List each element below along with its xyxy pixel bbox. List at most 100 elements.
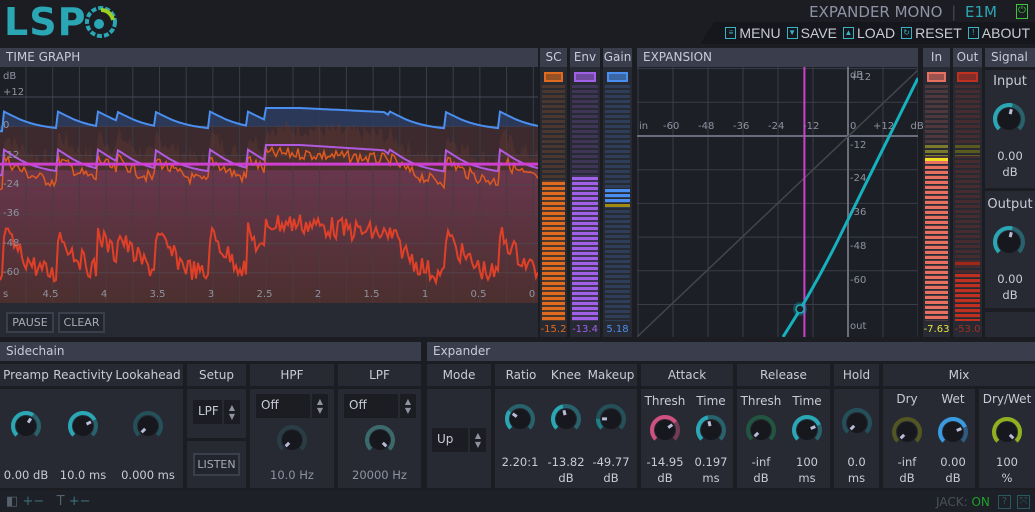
font-minus-icon[interactable]: − <box>80 494 91 509</box>
save-label: SAVE <box>800 25 837 41</box>
ratio-knob[interactable] <box>503 402 537 439</box>
mode-select[interactable]: Up ▲ ▼ <box>432 428 486 452</box>
wet-knob[interactable] <box>936 415 970 452</box>
y-tick-label: -36 <box>3 208 20 220</box>
logo-text: LSP <box>4 0 87 44</box>
wet-value: 0.00 dB <box>931 454 975 486</box>
lpf-value: 20000 Hz <box>352 468 407 482</box>
release-label: Release <box>760 368 807 382</box>
attack-time-knob[interactable] <box>694 413 728 450</box>
reset-label: RESET <box>915 25 962 41</box>
x-tick-label: 3 <box>207 289 215 300</box>
reactivity-label: Reactivity <box>53 368 113 382</box>
output-value: 0.00 <box>997 272 1023 286</box>
drywet-knob[interactable] <box>990 415 1024 452</box>
window-scale-icon[interactable]: ◧ <box>6 494 18 509</box>
attack-thresh-value: -14.95 dB <box>643 454 687 486</box>
lookahead-knob[interactable] <box>131 409 165 446</box>
expander-title: Expander <box>427 342 1035 361</box>
menu-label: MENU <box>739 25 781 41</box>
scale-plus-icon[interactable]: + <box>22 494 33 509</box>
dry-value-text: -inf <box>897 455 917 469</box>
output-clip-indicator[interactable] <box>957 72 978 82</box>
menu-button[interactable]: ≡ MENU <box>725 22 781 44</box>
attack-time-value: 0.197 ms <box>689 454 733 486</box>
dry-knob[interactable] <box>890 415 924 452</box>
input-value: 0.00 <box>997 149 1023 163</box>
output-unit: dB <box>1002 288 1018 302</box>
hold-knob[interactable] <box>840 406 874 443</box>
gain-clip-indicator[interactable] <box>607 72 628 82</box>
input-gain-knob[interactable] <box>991 101 1027 140</box>
x-tick-label: -12 <box>803 121 820 132</box>
preamp-label: Preamp <box>3 368 49 382</box>
lpf-mode-select[interactable]: Off ▲ ▼ <box>344 394 416 418</box>
envelope-clip-indicator[interactable] <box>574 72 596 82</box>
zoom-controls: ◧ +− T +− <box>6 494 91 509</box>
scale-minus-icon[interactable]: − <box>33 494 44 509</box>
x-tick-label: +12 <box>873 121 895 132</box>
release-time-knob[interactable] <box>790 413 824 450</box>
attack-label: Attack <box>667 368 707 382</box>
in-label: in <box>639 121 649 132</box>
about-button[interactable]: ! ABOUT <box>967 22 1030 44</box>
gear-logo-icon <box>85 6 117 38</box>
logo: LSP <box>4 2 119 42</box>
attack-thresh-label: Thresh <box>644 394 686 408</box>
menu-bar: ≡ MENU ▼ SAVE ▲ LOAD ↻ RESET ! ABOUT <box>700 22 1035 44</box>
save-button[interactable]: ▼ SAVE <box>786 22 837 44</box>
fullscreen-icon[interactable]: ⤧ <box>1017 495 1030 509</box>
hold-value-unit: ms <box>847 471 866 485</box>
envelope-meter-fill <box>572 177 598 321</box>
reactivity-knob[interactable] <box>66 409 100 446</box>
jack-state: ON <box>971 495 990 509</box>
setup-select[interactable]: LPF ▲ ▼ <box>193 400 240 424</box>
y-tick-label: -12 <box>3 149 20 161</box>
pause-button[interactable]: PAUSE <box>6 312 54 333</box>
input-clip-indicator[interactable] <box>927 72 946 82</box>
knee-knob[interactable] <box>549 402 583 439</box>
level-dot <box>795 304 805 314</box>
load-button[interactable]: ▲ LOAD <box>842 22 896 44</box>
hpf-mode-select[interactable]: Off ▲ ▼ <box>256 394 328 418</box>
input-unit: dB <box>1002 165 1018 179</box>
makeup-value-unit: dB <box>603 471 619 485</box>
attack-time-value-unit: ms <box>702 471 720 485</box>
help-icon[interactable]: ? <box>998 495 1011 509</box>
attack-thresh-knob[interactable] <box>648 413 682 450</box>
input-gain-value: 0.00 dB <box>985 148 1035 180</box>
gain-zero-marker <box>605 204 630 207</box>
hpf-knob[interactable] <box>275 423 309 460</box>
envelope-value: -13.4 <box>572 324 598 335</box>
x-tick-label: 0.5 <box>470 289 487 300</box>
x-tick-label: -24 <box>768 121 785 132</box>
font-scale-icon[interactable]: T <box>57 494 65 509</box>
listen-button[interactable]: LISTEN <box>193 453 240 476</box>
hold-value: 0.0 ms <box>834 454 879 486</box>
ratio-label: Ratio <box>505 368 537 382</box>
status-bar <box>0 490 1035 512</box>
mode-label: Mode <box>442 368 476 382</box>
knee-value: -13.82 dB <box>543 454 589 486</box>
output-label: Output <box>987 197 1033 212</box>
release-thresh-value-text: -inf <box>751 455 771 469</box>
power-button[interactable]: ⏻ <box>1016 4 1028 19</box>
clear-button[interactable]: CLEAR <box>58 312 105 333</box>
preamp-knob[interactable] <box>9 409 43 446</box>
lookahead-value: 0.000 ms <box>121 468 175 482</box>
reset-button[interactable]: ↻ RESET <box>901 22 962 44</box>
sidechain-meter: -15.2 <box>540 67 567 337</box>
release-thresh-knob[interactable] <box>744 413 778 450</box>
lpf-knob[interactable] <box>363 423 397 460</box>
spin-arrows-icon: ▲ ▼ <box>398 394 416 418</box>
output-label: Out <box>953 48 982 67</box>
mode-select-value: Up <box>437 432 454 446</box>
makeup-knob[interactable] <box>594 402 628 439</box>
y-tick-label: -24 <box>850 173 867 185</box>
output-gain-knob[interactable] <box>991 224 1027 263</box>
x-tick-label: 2.5 <box>256 289 273 300</box>
load-label: LOAD <box>856 25 896 41</box>
font-plus-icon[interactable]: + <box>69 494 80 509</box>
hpf-mode-select-value: Off <box>261 398 279 412</box>
sidechain-clip-indicator[interactable] <box>544 72 563 82</box>
